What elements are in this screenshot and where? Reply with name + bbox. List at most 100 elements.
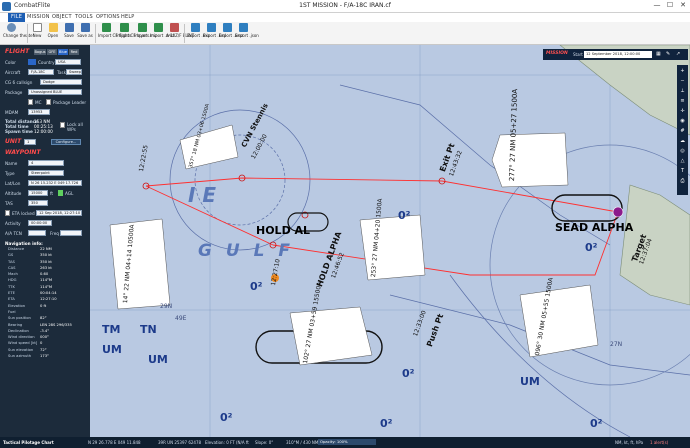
save-button[interactable]: Save (61, 23, 77, 44)
nav-info-value: 22 NM (40, 247, 52, 251)
mdam-field[interactable]: 13953 (28, 109, 50, 115)
package-select[interactable]: Unassigned BLUE (28, 89, 82, 95)
import-cf-layers-button[interactable]: Import CF layers (116, 23, 150, 44)
elint-label: A-10Z/F ELINT (166, 33, 195, 38)
close-button[interactable]: ✕ (676, 1, 690, 9)
export-amz-button[interactable]: Export .amz (219, 23, 244, 44)
sea-label-1: I E (188, 183, 217, 207)
activity-field[interactable]: 00:00:00 (28, 220, 52, 226)
menu-options[interactable]: OPTIONS (96, 14, 120, 20)
calendar-icon[interactable]: ▦ (656, 51, 661, 57)
map-canvas[interactable]: I E G U L F HOLD AL SEAD ALPHA CVN Stenn… (90, 45, 690, 437)
spawn-time-value: 12:00:00 (34, 129, 53, 134)
bullseye-icon[interactable]: ◎ (678, 147, 687, 156)
eta-field[interactable]: 12 Sep 2018, 12:27:10 (36, 210, 82, 216)
floppy-plus-icon (80, 23, 90, 32)
grid-id-label: TM (102, 323, 121, 336)
eye-icon[interactable]: ◉ (678, 117, 687, 126)
latlon-label: Lat/Lon (5, 181, 21, 186)
export-amz-label: Export .amz (219, 33, 244, 38)
nav-info-value: 173° (40, 354, 49, 359)
zoom-out-icon[interactable]: − (678, 77, 687, 86)
menu-help[interactable]: HELP (121, 14, 135, 20)
import-miz-label: Import .miz (134, 33, 157, 38)
color-swatch[interactable] (28, 59, 36, 65)
hold-alpha-label: HOLD AL (256, 224, 311, 237)
start-date-field[interactable]: 12 September 2018, 12:00:00 (584, 51, 652, 58)
altitude-field[interactable]: 15000 (28, 190, 48, 196)
unit-heading: UNIT (5, 138, 22, 145)
country-select[interactable]: USA (55, 59, 81, 65)
opacity-slider[interactable]: Opacity: 100% (318, 439, 376, 445)
zoom-in-icon[interactable]: + (678, 67, 687, 76)
freq-field[interactable] (60, 230, 82, 236)
units-display[interactable]: NM, kt, ft, hPa (615, 440, 643, 445)
coalition-red[interactable]: Red (69, 49, 79, 55)
package-leader-checkbox[interactable] (46, 99, 51, 105)
lock-all-label: Lock all WPs (67, 122, 83, 132)
export-kml-button[interactable]: Export .kml (203, 23, 226, 44)
alerts-count[interactable]: 1 alert(s) (650, 440, 668, 445)
aa-tcn-field[interactable] (28, 230, 46, 236)
nav-info-key: CAS (8, 265, 16, 270)
aircraft-select[interactable]: F/A-18C (28, 69, 54, 75)
waypoint-name-field[interactable]: 4 (28, 160, 64, 166)
arrow-icon[interactable]: ↗ (676, 51, 680, 57)
target-marker-icon[interactable] (612, 206, 624, 218)
layers-icon[interactable]: ≡ (678, 97, 687, 106)
open-button[interactable]: Open (45, 23, 61, 44)
folder-icon (48, 23, 58, 32)
print-icon[interactable]: ⎙ (678, 177, 687, 186)
import-cf-layers-label: Import CF layers (116, 33, 150, 38)
color-label: Color (5, 60, 16, 65)
eta-locked-checkbox[interactable] (5, 210, 10, 216)
import-cf-flights-button[interactable]: Import CF flights (98, 23, 131, 44)
leg-cards (109, 124, 599, 366)
latlon-field[interactable]: N 26 15.232 E 049 17.726 (28, 180, 82, 186)
nav-info-key: Wind speed [kt] (8, 341, 38, 346)
coalition-bogus[interactable]: Bogus (34, 49, 46, 55)
nav-info-key: Declination (8, 328, 29, 333)
coalition-gfe[interactable]: GFE (47, 49, 57, 55)
map-svg[interactable] (90, 45, 690, 437)
export-json-button[interactable]: Export .json (235, 23, 259, 44)
minimize-button[interactable]: — (650, 1, 664, 9)
pin-icon[interactable]: ✎ (666, 51, 670, 57)
status-bar: Tactical Pilotage Chart N 29 26.778 E 04… (0, 437, 690, 448)
unit-select[interactable]: 1 (24, 139, 36, 145)
agl-checkbox[interactable] (58, 190, 63, 196)
import-amz-button[interactable]: Import .amz (150, 23, 174, 44)
menu-tools[interactable]: TOOLS (75, 14, 93, 20)
coalition-blue[interactable]: Blue (58, 49, 68, 55)
activity-label: Activity (5, 221, 21, 226)
weather-icon[interactable]: ☁ (678, 137, 687, 146)
change-theater-button[interactable]: Change theater (3, 23, 34, 44)
save-as-button[interactable]: Save as (77, 23, 93, 44)
globe-icon (6, 23, 16, 32)
nav-info-key: HDG (8, 278, 17, 283)
new-button[interactable]: New (29, 23, 45, 44)
lock-all-checkbox[interactable] (60, 122, 65, 128)
package-leader-label: Package Leader (53, 100, 87, 105)
hold-pattern-racetrack[interactable] (551, 194, 623, 222)
tas-field[interactable]: 350 (28, 200, 48, 206)
menu-object[interactable]: OBJECT (52, 14, 72, 20)
export-miz-button[interactable]: Export .miz (187, 23, 210, 44)
ruler-icon[interactable]: ⟂ (678, 87, 687, 96)
text-icon[interactable]: T (678, 167, 687, 176)
task-select[interactable]: Sweep (66, 69, 82, 75)
import-miz-button[interactable]: Import .miz (134, 23, 157, 44)
configure-button[interactable]: Configure... (51, 139, 81, 145)
waypoint-type-select[interactable]: Steerpoint (28, 170, 64, 176)
mission-heading: MISSION (546, 51, 568, 56)
maximize-button[interactable]: ☐ (663, 1, 677, 9)
crosshair-icon[interactable]: ✛ (678, 107, 687, 116)
menu-mission[interactable]: MISSION (27, 14, 50, 20)
chart-type[interactable]: Tactical Pilotage Chart (3, 440, 54, 445)
grid-icon[interactable]: # (678, 127, 687, 136)
callsign-select[interactable]: Dodge (40, 79, 82, 85)
menu-file[interactable]: FILE (8, 13, 26, 22)
mc-checkbox[interactable] (28, 99, 33, 105)
threat-icon[interactable]: △ (678, 157, 687, 166)
elint-button[interactable]: A-10Z/F ELINT (166, 23, 195, 44)
